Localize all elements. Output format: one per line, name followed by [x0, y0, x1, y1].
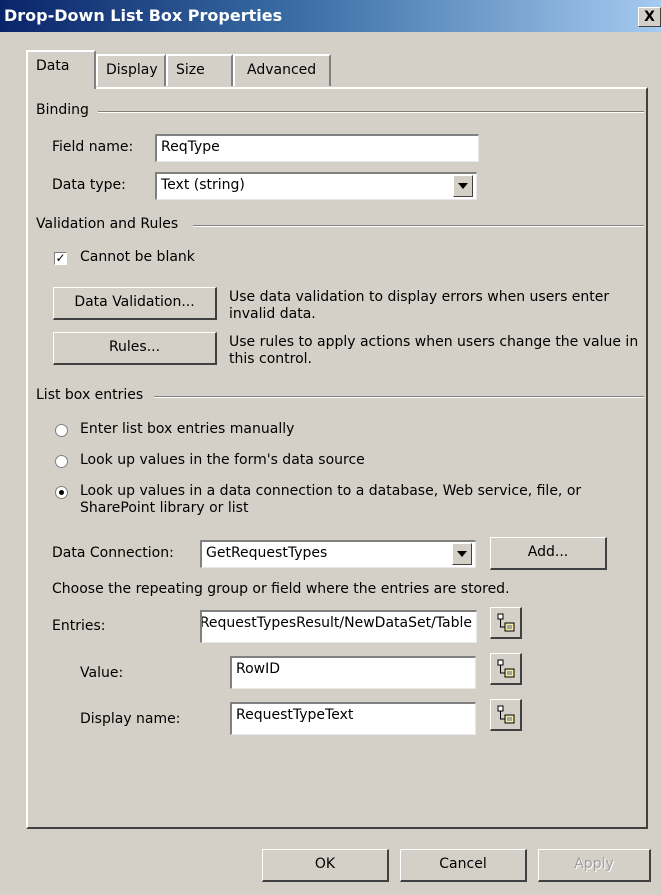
cannot-be-blank-checkbox[interactable]: ✓ — [54, 252, 67, 265]
repeating-group-hint: Choose the repeating group or field wher… — [52, 581, 510, 597]
display-name-xpath-picker-button[interactable] — [490, 699, 522, 731]
data-type-select[interactable]: Text (string) — [155, 172, 477, 200]
data-connection-select[interactable]: GetRequestTypes — [200, 540, 476, 568]
display-name-xpath-input[interactable]: RequestTypeText — [230, 702, 476, 735]
entries-xpath-input[interactable]: /dfs:myFields/dfs:dataFields/tns:GetRequ… — [200, 610, 477, 643]
data-type-dropdown-icon[interactable] — [453, 175, 473, 197]
apply-button[interactable]: Apply — [538, 849, 651, 882]
data-validation-description: Use data validation to display errors wh… — [229, 289, 610, 322]
field-name-label: Field name: — [52, 139, 134, 155]
tree-picker-icon — [497, 613, 515, 632]
entries-xpath-picker-button[interactable] — [490, 607, 522, 639]
rules-description: Use rules to apply actions when users ch… — [229, 334, 639, 367]
field-name-input[interactable]: ReqType — [155, 134, 479, 162]
radio-data-connection-label[interactable]: Look up values in a data connection to a… — [80, 483, 640, 517]
display-name-label: Display name: — [80, 711, 181, 727]
validation-section-label: Validation and Rules — [36, 216, 179, 232]
data-connection-label: Data Connection: — [52, 545, 174, 561]
value-xpath-picker-button[interactable] — [490, 653, 522, 685]
radio-data-connection[interactable] — [55, 486, 68, 499]
list-entries-section-label: List box entries — [36, 387, 144, 403]
tree-picker-icon — [497, 659, 515, 678]
binding-section-label: Binding — [36, 102, 89, 118]
rules-button[interactable]: Rules... — [53, 332, 217, 365]
data-type-value: Text (string) — [161, 177, 245, 193]
entries-xpath-value: /dfs:myFields/dfs:dataFields/tns:GetRequ… — [200, 615, 472, 631]
value-xpath-input[interactable]: RowID — [230, 656, 476, 689]
properties-dialog: Drop-Down List Box Properties X Data Dis… — [0, 0, 661, 895]
ok-button[interactable]: OK — [262, 849, 389, 882]
tree-picker-icon — [497, 705, 515, 724]
data-type-label: Data type: — [52, 177, 126, 193]
cancel-button[interactable]: Cancel — [400, 849, 527, 882]
entries-label: Entries: — [52, 618, 106, 634]
radio-form-data-source-label[interactable]: Look up values in the form's data source — [80, 452, 365, 468]
data-connection-dropdown-icon[interactable] — [452, 543, 472, 565]
add-connection-button[interactable]: Add... — [490, 537, 607, 570]
validation-divider — [193, 225, 644, 227]
panel-content: Binding Field name: ReqType Data type: T… — [0, 0, 661, 895]
data-connection-value: GetRequestTypes — [206, 545, 328, 561]
cannot-be-blank-label[interactable]: Cannot be blank — [80, 249, 195, 265]
radio-manual-entries[interactable] — [55, 424, 68, 437]
value-label: Value: — [80, 665, 124, 681]
binding-divider — [98, 111, 644, 113]
radio-manual-entries-label[interactable]: Enter list box entries manually — [80, 421, 294, 437]
list-entries-divider — [154, 396, 644, 398]
radio-form-data-source[interactable] — [55, 455, 68, 468]
data-validation-button[interactable]: Data Validation... — [53, 287, 217, 320]
